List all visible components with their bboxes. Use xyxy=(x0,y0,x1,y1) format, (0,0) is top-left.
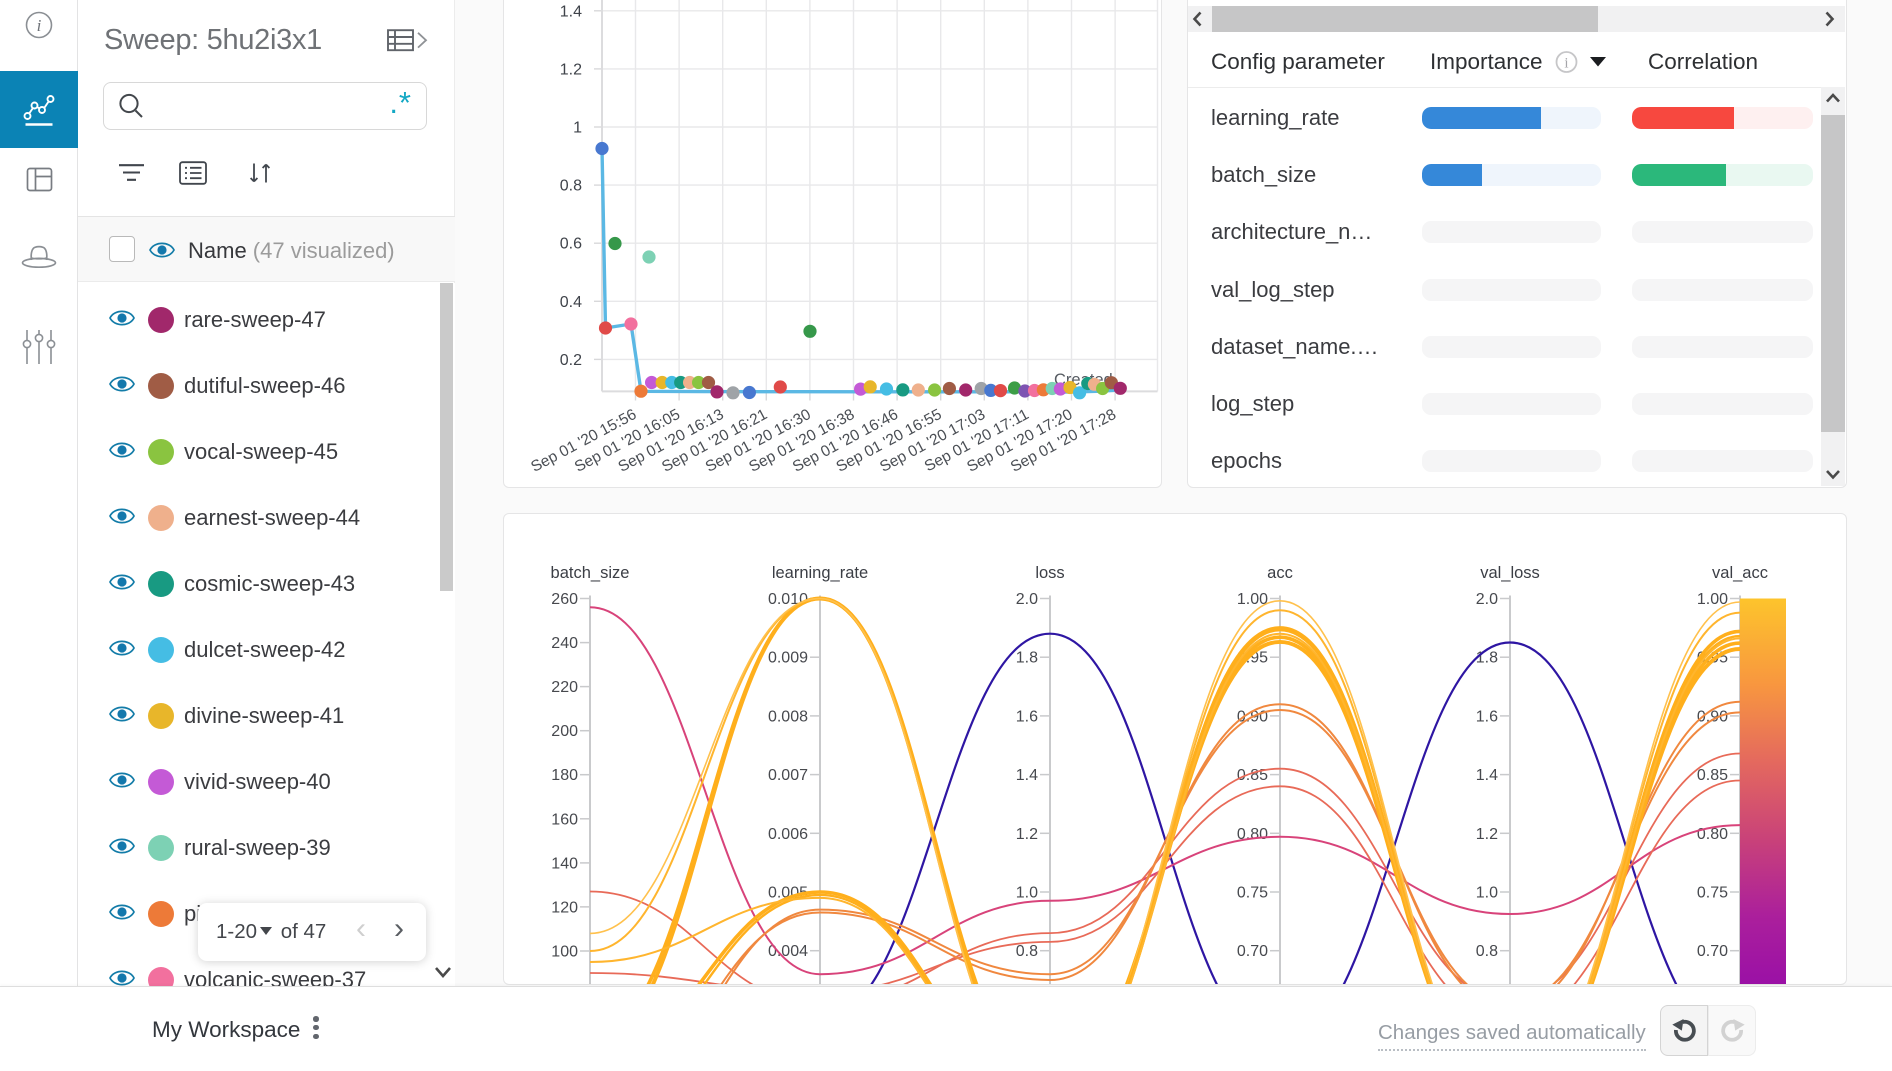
svg-text:200: 200 xyxy=(551,723,578,740)
svg-text:1.4: 1.4 xyxy=(1476,767,1498,784)
svg-text:0.8: 0.8 xyxy=(1016,943,1038,960)
svg-text:1.00: 1.00 xyxy=(1697,591,1728,608)
svg-text:0.85: 0.85 xyxy=(1697,767,1728,784)
svg-text:1.6: 1.6 xyxy=(1476,708,1498,725)
svg-text:1.8: 1.8 xyxy=(1016,650,1038,667)
svg-text:1.4: 1.4 xyxy=(560,3,582,20)
svg-text:1.8: 1.8 xyxy=(1476,650,1498,667)
svg-text:1.2: 1.2 xyxy=(560,61,582,78)
svg-text:1.6: 1.6 xyxy=(1016,708,1038,725)
svg-text:loss: loss xyxy=(1035,564,1064,582)
svg-text:0.8: 0.8 xyxy=(560,178,582,195)
svg-text:0.6: 0.6 xyxy=(560,236,582,253)
svg-text:240: 240 xyxy=(551,635,578,652)
svg-text:2.0: 2.0 xyxy=(1016,591,1038,608)
svg-text:0.009: 0.009 xyxy=(768,650,808,667)
svg-text:0.70: 0.70 xyxy=(1697,943,1728,960)
svg-text:1.4: 1.4 xyxy=(1016,767,1038,784)
svg-text:acc: acc xyxy=(1267,564,1293,582)
svg-text:0.006: 0.006 xyxy=(768,826,808,843)
svg-text:1: 1 xyxy=(573,120,582,137)
svg-text:1.2: 1.2 xyxy=(1016,826,1038,843)
svg-text:val_loss: val_loss xyxy=(1480,564,1540,582)
svg-text:260: 260 xyxy=(551,591,578,608)
svg-text:learning_rate: learning_rate xyxy=(772,564,868,582)
svg-text:1.2: 1.2 xyxy=(1476,826,1498,843)
svg-text:val_acc: val_acc xyxy=(1712,564,1768,582)
svg-text:i: i xyxy=(37,16,42,35)
svg-text:140: 140 xyxy=(551,855,578,872)
svg-text:0.4: 0.4 xyxy=(560,294,582,311)
svg-text:0.2: 0.2 xyxy=(560,352,582,369)
svg-text:100: 100 xyxy=(551,944,578,961)
svg-text:0.75: 0.75 xyxy=(1697,885,1728,902)
svg-text:0.008: 0.008 xyxy=(768,708,808,725)
svg-text:0.75: 0.75 xyxy=(1237,885,1268,902)
svg-text:2.0: 2.0 xyxy=(1476,591,1498,608)
svg-text:0.007: 0.007 xyxy=(768,767,808,784)
svg-text:0.70: 0.70 xyxy=(1237,943,1268,960)
svg-text:1.0: 1.0 xyxy=(1016,885,1038,902)
svg-text:160: 160 xyxy=(551,811,578,828)
svg-text:180: 180 xyxy=(551,767,578,784)
svg-text:120: 120 xyxy=(551,899,578,916)
svg-text:1.0: 1.0 xyxy=(1476,885,1498,902)
svg-text:batch_size: batch_size xyxy=(551,564,630,582)
svg-text:0.8: 0.8 xyxy=(1476,943,1498,960)
svg-text:220: 220 xyxy=(551,679,578,696)
